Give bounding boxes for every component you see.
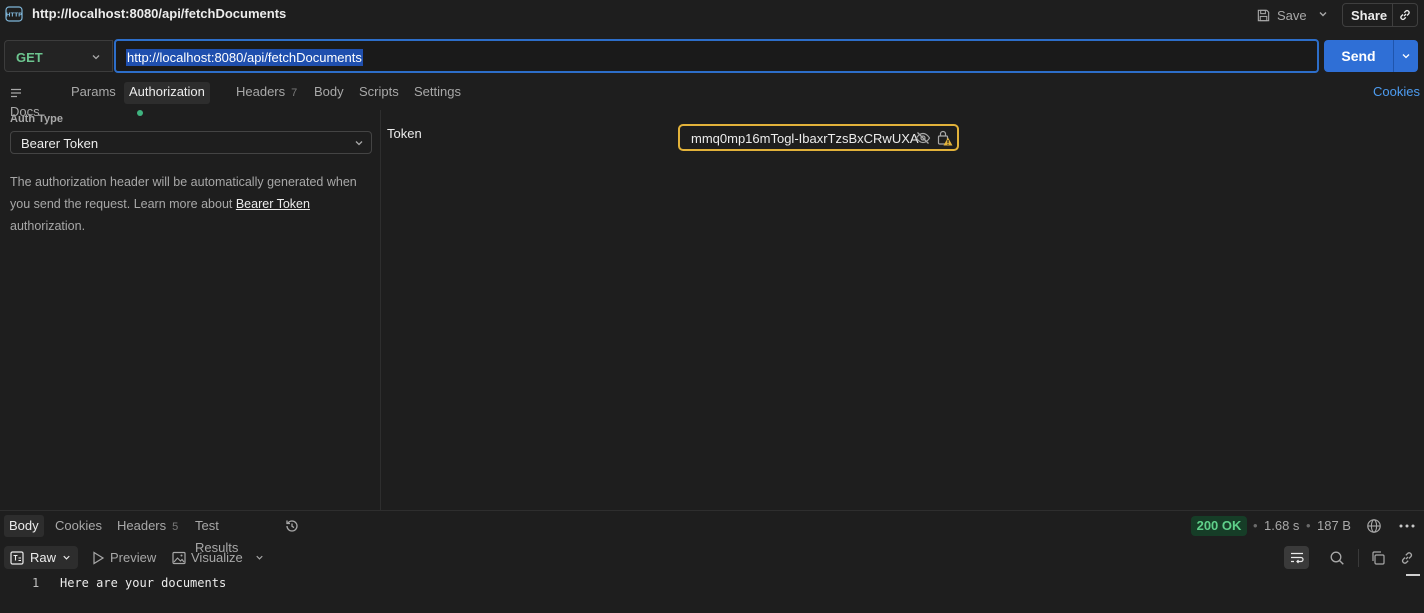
svg-text:HTTP: HTTP	[6, 13, 22, 19]
more-options-icon[interactable]	[1398, 518, 1416, 534]
auth-type-label: Auth Type	[10, 113, 63, 125]
divider	[1358, 549, 1359, 567]
tab-label: Scripts	[359, 84, 399, 99]
format-label: Raw	[30, 550, 57, 565]
auth-type-select[interactable]: Bearer Token	[10, 131, 372, 154]
preview-button[interactable]: Preview	[110, 550, 156, 565]
link-icon	[1400, 9, 1410, 21]
token-input[interactable]: mmq0mp16mTogl-IbaxrTzsBxCRwUXA	[678, 124, 959, 151]
docs-icon	[11, 88, 21, 97]
share-label: Share	[1351, 7, 1388, 23]
tab-label: Body	[314, 84, 344, 99]
send-options-button[interactable]	[1394, 40, 1418, 72]
tab-response-headers[interactable]: Headers 5	[117, 515, 178, 537]
visualize-button[interactable]: Visualize	[191, 550, 243, 565]
tab-params[interactable]: Params	[71, 82, 116, 104]
chevron-down-icon[interactable]	[254, 552, 265, 563]
tab-headers[interactable]: Headers 7	[236, 82, 297, 104]
title-bar: HTTP http://localhost:8080/api/fetchDocu…	[0, 0, 1424, 30]
tab-label: Authorization	[129, 84, 205, 99]
tab-test-results[interactable]: Test Results	[195, 515, 238, 555]
history-icon[interactable]	[284, 518, 300, 534]
lock-warning-icon[interactable]	[936, 129, 954, 147]
tab-body[interactable]: Body	[314, 82, 344, 104]
format-raw-button[interactable]: Raw	[4, 546, 78, 569]
save-icon	[1257, 9, 1270, 21]
status-badge[interactable]: 200 OK	[1191, 516, 1247, 536]
auth-type-value: Bearer Token	[21, 136, 99, 151]
tab-response-cookies[interactable]: Cookies	[55, 515, 102, 537]
auth-desc-text-end: authorization.	[10, 219, 86, 233]
tab-scripts[interactable]: Scripts	[359, 82, 399, 104]
url-text: http://localhost:8080/api/fetchDocuments	[126, 49, 363, 66]
wrap-lines-icon	[1290, 552, 1304, 563]
active-indicator	[137, 109, 143, 116]
tab-settings[interactable]: Settings	[414, 82, 461, 104]
search-icon[interactable]	[1329, 550, 1345, 566]
copy-icon[interactable]	[1370, 550, 1386, 566]
headers-count: 5	[172, 521, 179, 533]
globe-icon[interactable]	[1366, 518, 1382, 534]
chevron-down-icon	[63, 555, 70, 560]
tab-docs[interactable]: Docs	[10, 82, 40, 119]
share-button[interactable]: Share	[1342, 3, 1418, 27]
tab-label: Headers	[236, 84, 286, 99]
cookies-link[interactable]: Cookies	[1373, 84, 1420, 99]
url-input[interactable]: http://localhost:8080/api/fetchDocuments	[114, 39, 1319, 73]
chevron-down-icon[interactable]	[1316, 7, 1330, 21]
line-content[interactable]: Here are your documents	[60, 576, 226, 590]
save-button[interactable]: Save	[1256, 5, 1307, 25]
pane-divider[interactable]	[380, 110, 381, 510]
chevron-down-icon	[92, 55, 100, 60]
chevron-down-icon	[355, 141, 363, 146]
tab-label: Settings	[414, 84, 461, 99]
send-label: Send	[1341, 48, 1376, 64]
save-label: Save	[1277, 7, 1307, 23]
tab-label: Headers	[117, 518, 167, 533]
method-select[interactable]: GET	[4, 40, 113, 72]
play-icon[interactable]	[92, 551, 105, 565]
bearer-token-link[interactable]: Bearer Token	[236, 197, 310, 211]
http-icon: HTTP	[5, 6, 23, 22]
chevron-down-icon	[1402, 54, 1410, 59]
request-title[interactable]: http://localhost:8080/api/fetchDocuments	[32, 6, 286, 21]
scrollbar-marker[interactable]	[1406, 574, 1420, 576]
tab-label: Params	[71, 84, 116, 99]
separator-dot: •	[1253, 518, 1258, 533]
auth-description: The authorization header will be automat…	[10, 171, 375, 237]
copy-link-button[interactable]	[1393, 4, 1417, 26]
tab-authorization[interactable]: Authorization	[124, 82, 210, 116]
response-divider	[0, 510, 1424, 511]
raw-text-icon	[10, 551, 24, 565]
tab-label: Cookies	[55, 518, 102, 533]
headers-count: 7	[291, 87, 298, 99]
separator-dot: •	[1306, 518, 1311, 533]
tab-response-body[interactable]: Body	[4, 515, 44, 537]
tab-label: Body	[9, 518, 39, 533]
token-value: mmq0mp16mTogl-IbaxrTzsBxCRwUXA	[691, 131, 919, 146]
response-size[interactable]: 187 B	[1317, 518, 1351, 533]
token-label: Token	[387, 126, 422, 141]
wrap-lines-button[interactable]	[1284, 546, 1309, 569]
eye-off-icon[interactable]	[915, 130, 931, 146]
response-time[interactable]: 1.68 s	[1264, 518, 1299, 533]
send-button[interactable]: Send	[1324, 40, 1418, 72]
line-number: 1	[32, 576, 40, 590]
method-label: GET	[16, 50, 43, 65]
image-icon[interactable]	[172, 551, 186, 565]
link-icon[interactable]	[1399, 550, 1415, 566]
